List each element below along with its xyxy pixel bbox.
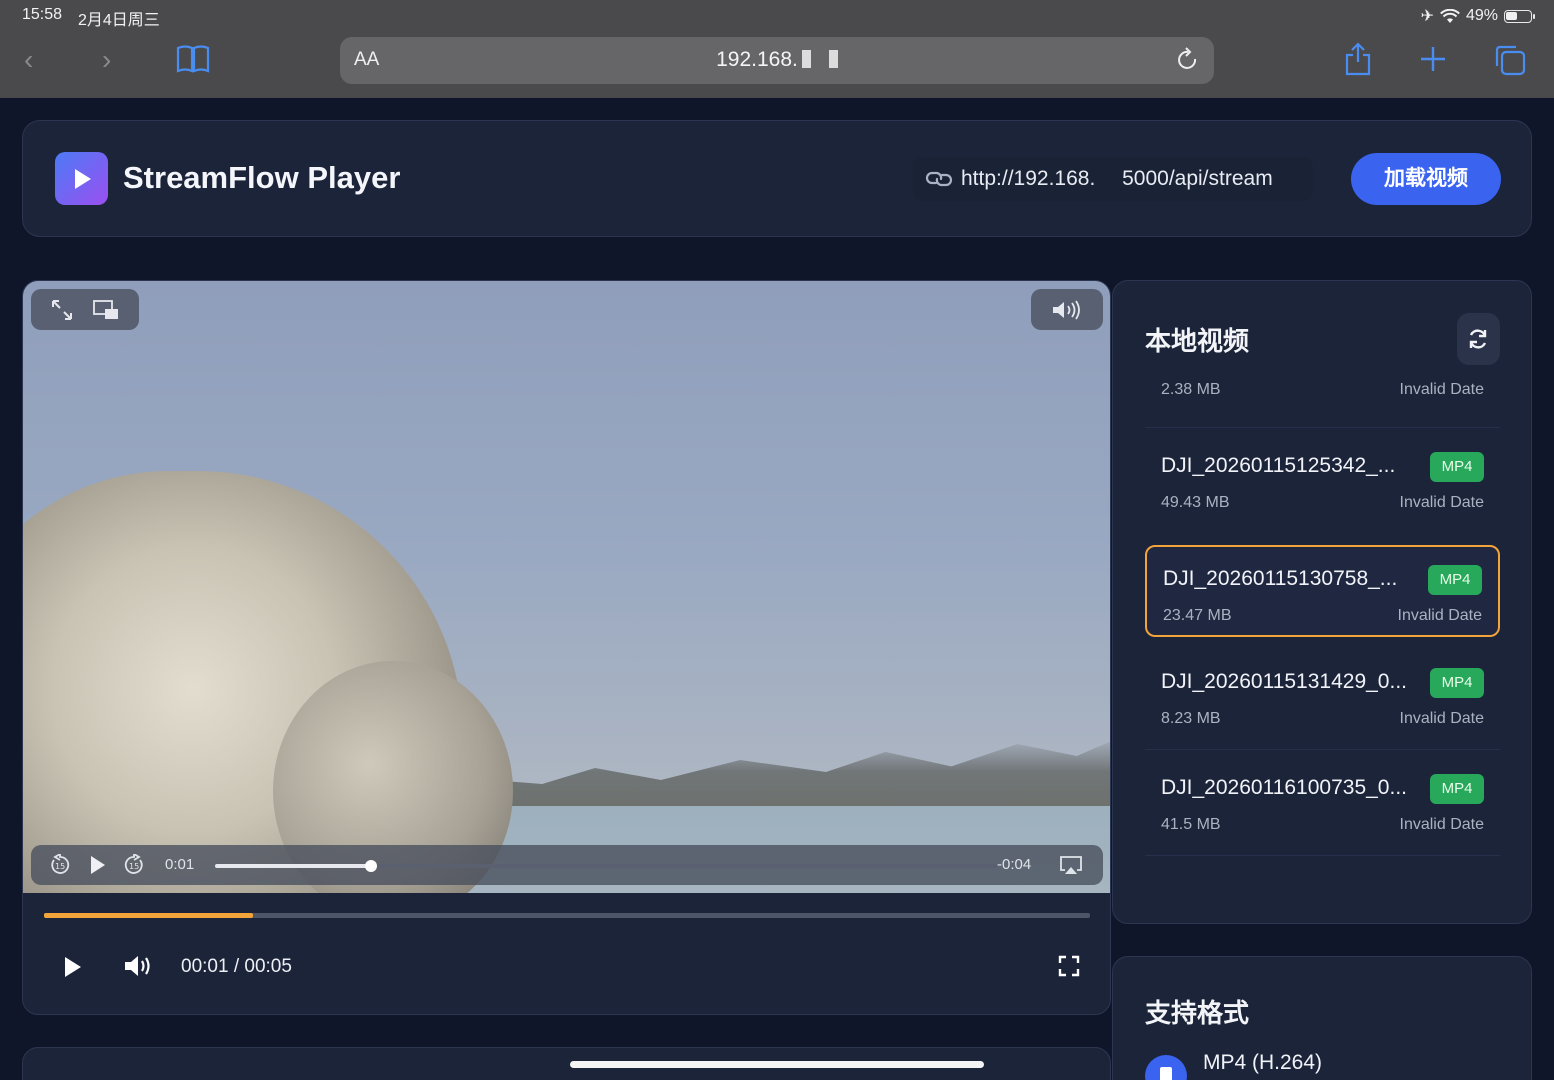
format-badge: MP4: [1430, 774, 1484, 804]
status-date: 2月4日周三: [78, 12, 160, 29]
native-scrubber[interactable]: [215, 860, 997, 872]
airplane-icon: ✈: [1420, 8, 1434, 25]
list-item-selected[interactable]: DJI_20260115130758_... MP4 23.47 MB Inva…: [1145, 545, 1500, 637]
native-scrubber-knob[interactable]: [365, 860, 378, 872]
address-bar[interactable]: AA 192.168.: [340, 37, 1214, 84]
native-play-icon[interactable]: [89, 855, 107, 875]
time-display: 00:01 / 00:05: [181, 956, 292, 977]
video-name: DJI_20260115130758_...: [1163, 567, 1398, 590]
video-size: 49.43 MB: [1161, 494, 1230, 511]
format-badge: MP4: [1430, 452, 1484, 482]
stream-url-field[interactable]: [913, 157, 1313, 201]
list-item[interactable]: 2.38 MB Invalid Date: [1145, 381, 1500, 413]
link-icon: [925, 171, 953, 187]
new-tab-icon[interactable]: [1420, 46, 1446, 72]
video-name: DJI_20260115131429_0...: [1161, 670, 1407, 693]
picture-in-picture-icon[interactable]: [93, 300, 119, 320]
video-name: DJI_20260116100735_0...: [1161, 776, 1407, 799]
list-divider: [1145, 855, 1500, 856]
play-button[interactable]: [63, 956, 83, 978]
video-player-card: 15 15 0:01 -0:04 00:01 / 00:05: [22, 280, 1111, 1015]
volume-overlay-icon[interactable]: [1051, 300, 1083, 320]
expand-icon[interactable]: [51, 299, 73, 321]
app-header: StreamFlow Player 加载视频: [22, 120, 1532, 237]
back-icon[interactable]: ‹: [24, 44, 33, 76]
video-date: Invalid Date: [1399, 710, 1485, 727]
local-videos-panel: 本地视频 2.38 MB Invalid Date DJI_2026011512…: [1112, 280, 1532, 924]
volume-button[interactable]: [123, 953, 155, 979]
refresh-icon: [1469, 329, 1487, 349]
address-text: 192.168.: [340, 48, 1214, 72]
tabs-icon[interactable]: [1494, 44, 1526, 76]
video-date: Invalid Date: [1397, 607, 1483, 624]
status-indicators: ✈ 49%: [1420, 6, 1535, 26]
list-divider: [1145, 749, 1500, 750]
formats-title: 支持格式: [1145, 998, 1250, 1028]
fullscreen-icon[interactable]: [1058, 955, 1080, 977]
native-remaining: -0:04: [997, 856, 1032, 873]
reload-icon[interactable]: [1176, 47, 1200, 73]
bookmarks-icon[interactable]: [176, 44, 210, 74]
native-top-right-controls: [1031, 289, 1103, 330]
wifi-icon: [1440, 8, 1460, 23]
local-videos-title: 本地视频: [1145, 326, 1250, 356]
stream-url-input[interactable]: [961, 157, 1311, 201]
video-progress-fill: [44, 913, 254, 918]
play-logo-icon: [55, 152, 108, 205]
app-title: StreamFlow Player: [123, 160, 401, 195]
video-date: Invalid Date: [1399, 816, 1485, 833]
video-size: 2.38 MB: [1161, 381, 1221, 398]
battery-icon: [1504, 9, 1535, 23]
format-item: MP4 (H.264): [1203, 1051, 1323, 1074]
list-item[interactable]: DJI_20260115131429_0... MP4 8.23 MB Inva…: [1145, 650, 1500, 742]
supported-formats-panel: 支持格式 MP4 (H.264): [1112, 956, 1532, 1080]
format-badge: MP4: [1428, 565, 1482, 595]
native-elapsed: 0:01: [165, 856, 195, 873]
format-badge: MP4: [1430, 668, 1484, 698]
share-icon[interactable]: [1344, 42, 1372, 76]
list-item[interactable]: DJI_20260116100735_0... MP4 41.5 MB Inva…: [1145, 756, 1500, 848]
browser-toolbar: 15:58 2月4日周三 ✈ 49% ‹ › AA 192.168.: [0, 0, 1554, 98]
load-video-button[interactable]: 加载视频: [1351, 153, 1501, 205]
video-date: Invalid Date: [1399, 381, 1485, 398]
file-icon: [1145, 1055, 1187, 1080]
video-list: 2.38 MB Invalid Date DJI_20260115125342_…: [1113, 381, 1531, 893]
video-size: 23.47 MB: [1163, 607, 1232, 624]
svg-text:15: 15: [55, 862, 65, 871]
video-progress-bar[interactable]: [44, 913, 1090, 918]
svg-text:15: 15: [129, 862, 139, 871]
forward-icon[interactable]: ›: [102, 44, 111, 76]
battery-percent: 49%: [1465, 7, 1498, 24]
refresh-button[interactable]: [1457, 313, 1500, 365]
airplay-icon[interactable]: [1059, 855, 1083, 875]
list-divider: [1145, 427, 1500, 428]
skip-forward-15-icon[interactable]: 15: [123, 854, 145, 876]
native-scrubber-fill: [215, 864, 372, 868]
native-controls-bar: 15 15 0:01 -0:04: [31, 845, 1103, 885]
video-date: Invalid Date: [1399, 494, 1485, 511]
video-scene-trees: [463, 736, 1110, 816]
video-size: 41.5 MB: [1161, 816, 1221, 833]
status-time: 15:58: [22, 6, 63, 23]
list-item[interactable]: DJI_20260115125342_... MP4 49.43 MB Inva…: [1145, 434, 1500, 526]
video-frame[interactable]: 15 15 0:01 -0:04: [23, 281, 1110, 893]
native-top-left-controls: [31, 289, 139, 330]
video-size: 8.23 MB: [1161, 710, 1221, 727]
skip-back-15-icon[interactable]: 15: [49, 854, 71, 876]
home-indicator: [570, 1061, 984, 1068]
video-name: DJI_20260115125342_...: [1161, 454, 1396, 477]
